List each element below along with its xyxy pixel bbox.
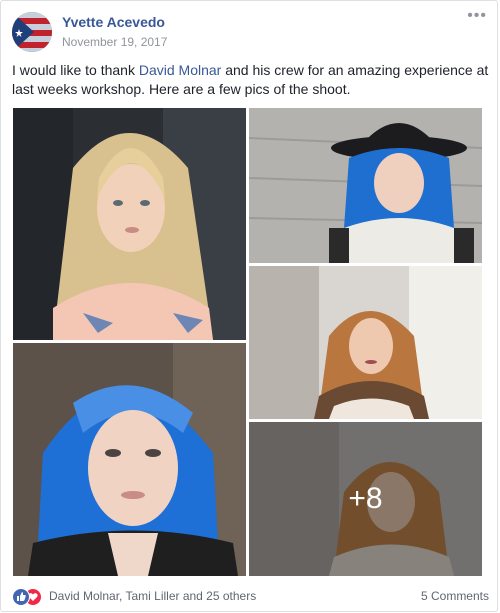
author-avatar[interactable] — [12, 12, 52, 52]
reactions-summary[interactable]: David Molnar, Tami Liller and 25 others — [49, 589, 256, 603]
photo-3[interactable] — [249, 266, 482, 419]
comments-count[interactable]: 5 Comments — [421, 589, 489, 603]
like-reaction-icon[interactable] — [12, 588, 30, 606]
photo-5-more[interactable]: +8 — [249, 422, 482, 576]
author-name[interactable]: Yvette Acevedo — [62, 14, 165, 30]
photo-4[interactable] — [13, 343, 246, 576]
more-photos-count: +8 — [348, 482, 383, 515]
post-text-start: I would like to thank — [12, 62, 139, 78]
post-text: I would like to thank David Molnar and h… — [12, 61, 490, 99]
post-footer: David Molnar, Tami Liller and 25 others … — [12, 586, 489, 606]
mention-link[interactable]: David Molnar — [139, 62, 221, 78]
photo-2[interactable] — [249, 108, 482, 263]
ellipsis-icon[interactable]: ••• — [467, 7, 487, 25]
post-card: Yvette Acevedo November 19, 2017 ••• I w… — [0, 0, 498, 612]
more-photos-overlay[interactable]: +8 — [249, 422, 482, 576]
post-date[interactable]: November 19, 2017 — [62, 35, 167, 49]
photo-1[interactable] — [13, 108, 246, 340]
